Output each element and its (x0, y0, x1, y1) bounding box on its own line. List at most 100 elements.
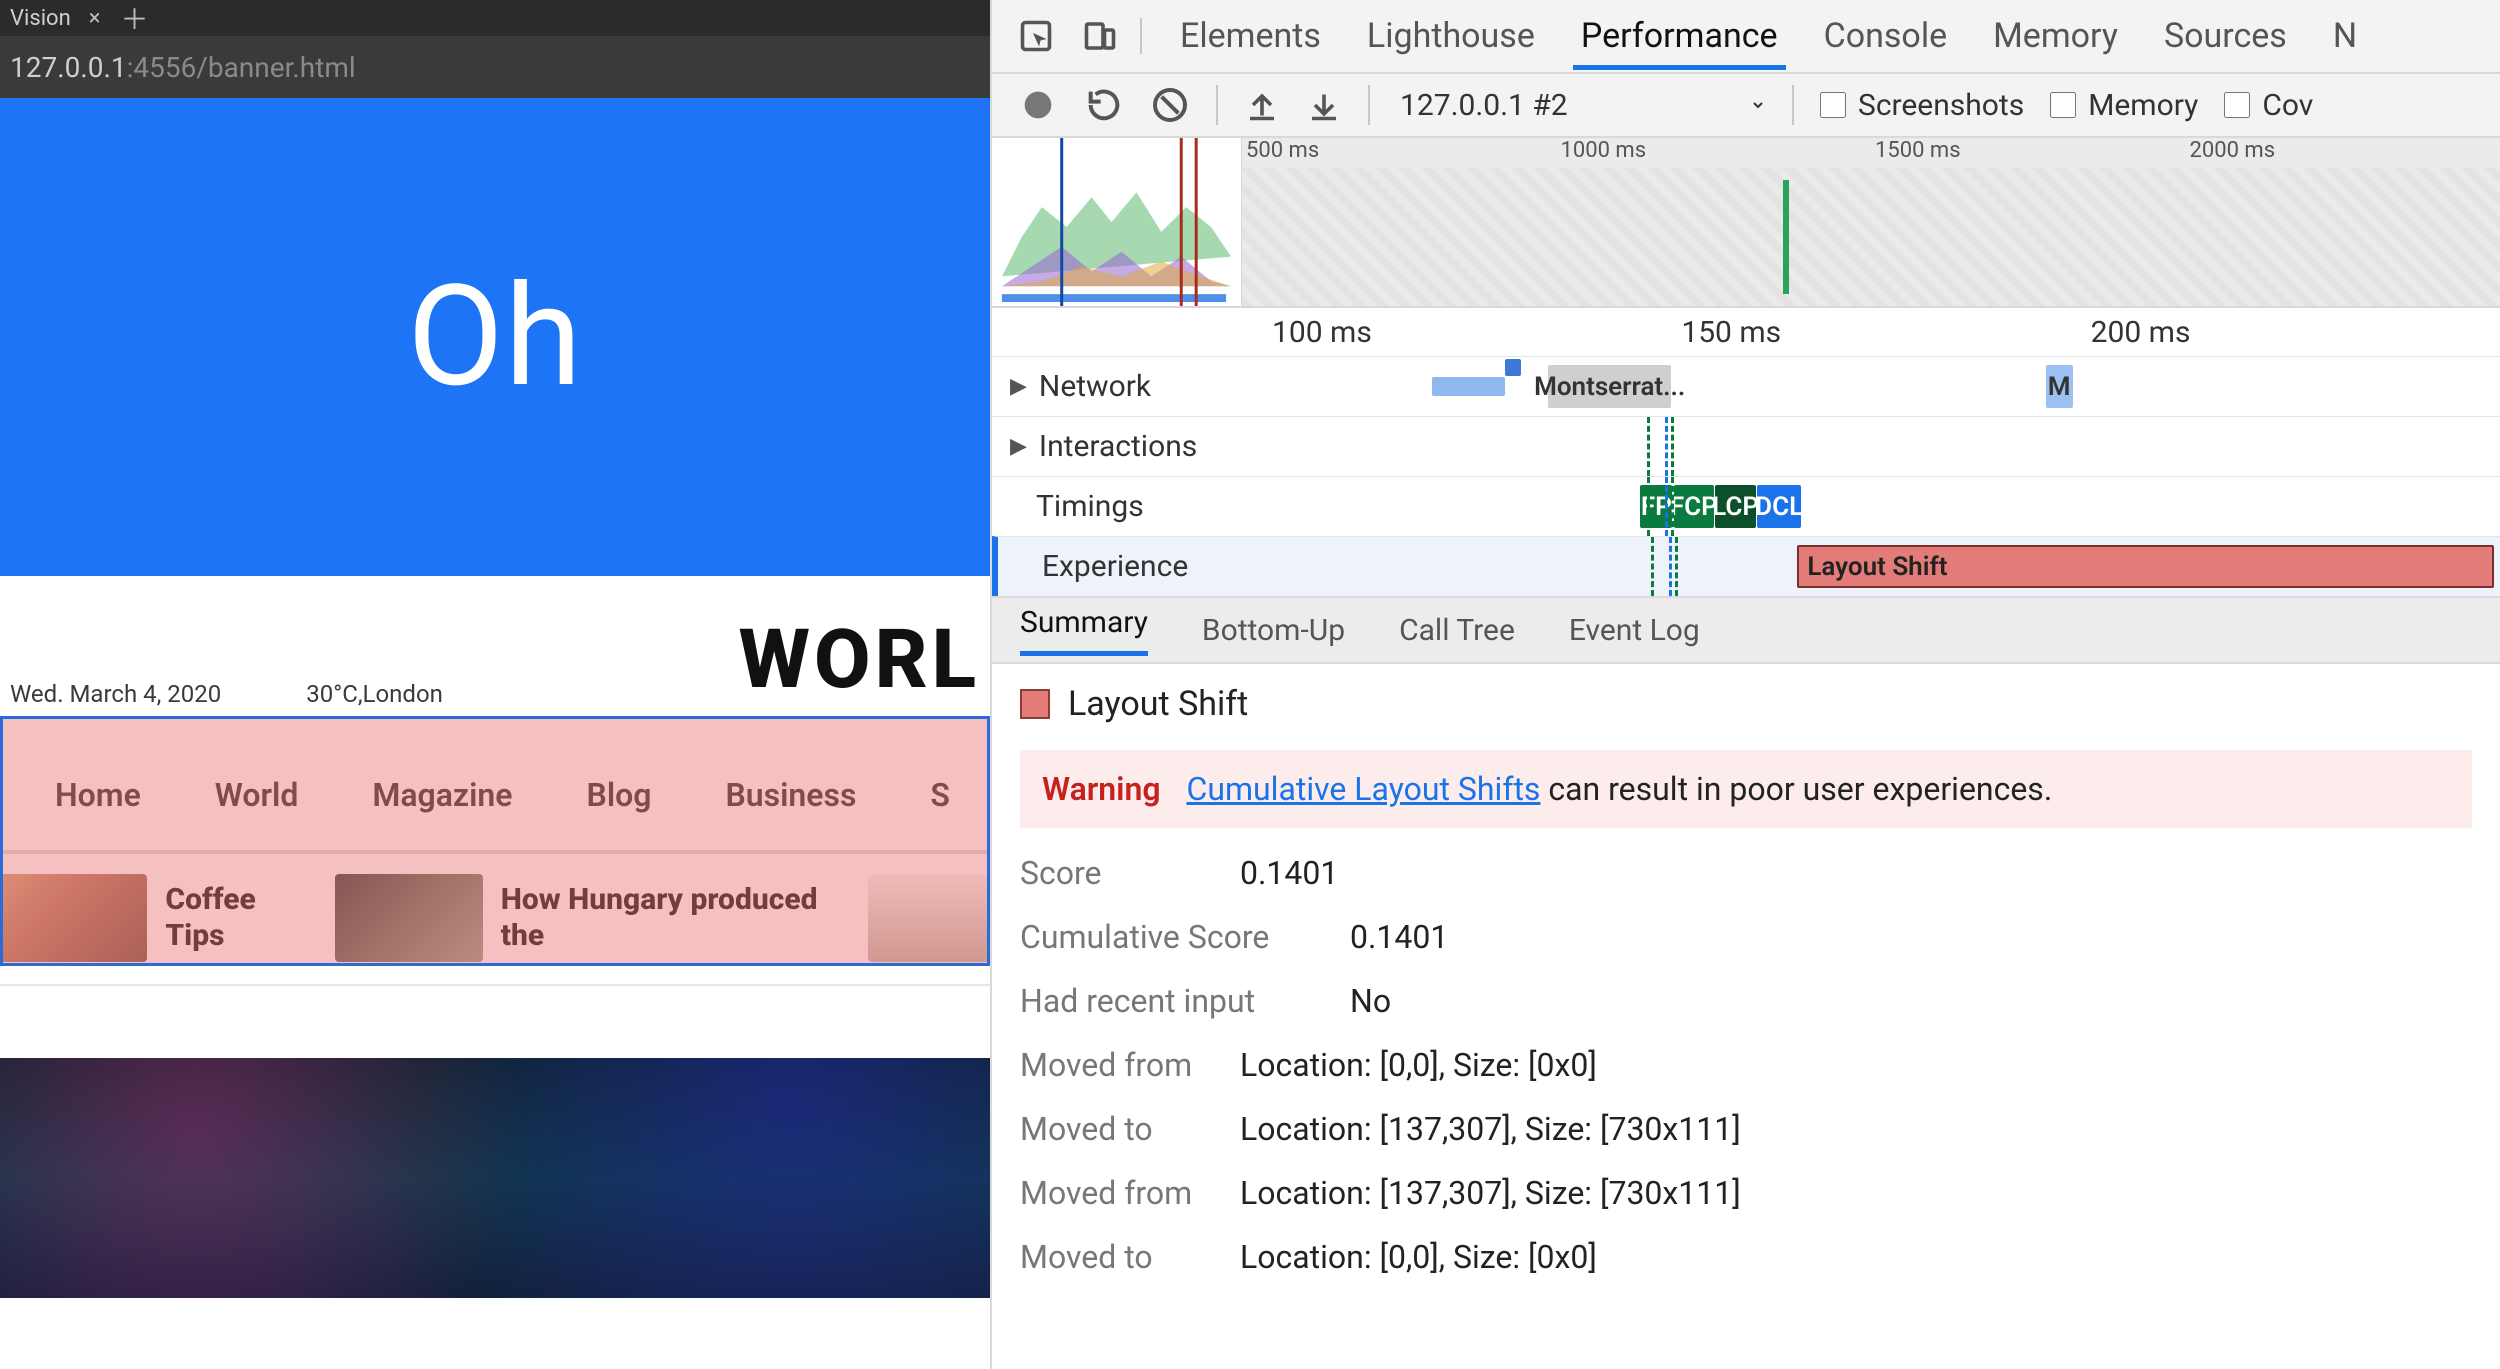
card-title: How Hungary produced the (501, 882, 844, 954)
overview-canvas[interactable] (1242, 168, 2500, 306)
new-tab-icon[interactable]: ＋ (121, 0, 149, 38)
tick: 200 ms (2091, 315, 2500, 350)
tab-title: Vision (10, 6, 71, 31)
tick: 100 ms (1272, 315, 1681, 350)
thumbnail-image (335, 874, 483, 962)
detail-value: Location: [0,0], Size: [0x0] (1240, 1238, 1597, 1276)
tick: 500 ms (1242, 138, 1557, 168)
detail-row: Moved fromLocation: [0,0], Size: [0x0] (1020, 1046, 2472, 1084)
overview-ruler: 500 ms 1000 ms 1500 ms 2000 ms (1242, 138, 2500, 168)
session-select[interactable]: 127.0.0.1 #2 (1396, 87, 1766, 124)
detail-value: 0.1401 (1350, 918, 1448, 956)
track-network[interactable]: ▶ Network Montserrat... M (992, 356, 2500, 416)
devtools-tabs: Elements Lighthouse Performance Console … (992, 0, 2500, 74)
load-profile-icon[interactable] (1244, 87, 1280, 123)
detail-tab-bottom-up[interactable]: Bottom-Up (1202, 613, 1345, 648)
close-tab-icon[interactable]: × (89, 6, 101, 31)
coverage-checkbox[interactable]: Cov (2224, 88, 2313, 123)
track-label-text: Interactions (1039, 429, 1197, 464)
weather-label: 30°C,London (306, 680, 443, 708)
track-experience[interactable]: Experience Layout Shift (992, 536, 2500, 596)
detail-row: Moved to Location: [137,307], Size: [730x… (1020, 1110, 2472, 1148)
warning-text: can result in poor user experiences. (1540, 770, 2052, 808)
inspect-icon[interactable] (1018, 18, 1054, 54)
track-label-text: Timings (1036, 489, 1144, 524)
timing-lcp[interactable]: LCP (1715, 485, 1756, 528)
network-request[interactable] (1505, 359, 1521, 376)
timeline-overview[interactable]: 500 ms 1000 ms 1500 ms 2000 ms (992, 138, 2500, 308)
hero-banner: Oh (0, 98, 990, 576)
timing-fcp[interactable]: FCP (1674, 485, 1715, 528)
save-profile-icon[interactable] (1306, 87, 1342, 123)
screenshots-checkbox[interactable]: Screenshots (1820, 88, 2024, 123)
tab-console[interactable]: Console (1816, 2, 1956, 70)
disclosure-icon[interactable]: ▶ (1010, 374, 1027, 399)
detail-row: Moved fromLocation: [137,307], Size: [73… (1020, 1174, 2472, 1212)
detail-value: No (1350, 982, 1391, 1020)
tick: 2000 ms (2186, 138, 2500, 168)
detail-key: Moved to (1020, 1110, 1220, 1148)
detail-row: Had recent inputNo (1020, 982, 2472, 1020)
hero-text: Oh (407, 255, 582, 419)
checkbox-label: Cov (2262, 88, 2313, 123)
network-request[interactable]: M (2046, 365, 2073, 408)
disclosure-icon[interactable]: ▶ (1010, 434, 1027, 459)
track-label-text: Network (1039, 369, 1151, 404)
detail-tab-call-tree[interactable]: Call Tree (1399, 613, 1515, 648)
overview-selected-range[interactable] (992, 138, 1242, 306)
article-hero-image (0, 1058, 990, 1298)
address-bar[interactable]: 127.0.0.1:4556/banner.html (0, 36, 990, 98)
thumbnail-image (0, 874, 147, 962)
timeline-tracks: 100 ms 150 ms 200 ms ▶ Network Montserrat… (992, 308, 2500, 598)
experience-layout-shift[interactable]: Layout Shift (1797, 545, 2494, 588)
nav-item-home[interactable]: Home (55, 776, 141, 814)
url-rest: :4556/banner.html (127, 51, 356, 84)
record-icon[interactable] (1018, 85, 1058, 125)
tab-lighthouse[interactable]: Lighthouse (1359, 2, 1543, 70)
browser-tab[interactable]: Vision × (10, 6, 101, 31)
checkbox-label: Memory (2088, 88, 2198, 123)
network-request[interactable]: Montserrat... (1548, 365, 1671, 408)
timing-dcl[interactable]: DCL (1757, 485, 1801, 528)
nav-item-magazine[interactable]: Magazine (372, 776, 512, 814)
nav-item-world[interactable]: World (215, 776, 299, 814)
clear-icon[interactable] (1150, 85, 1190, 125)
tick: 1000 ms (1557, 138, 1872, 168)
detail-value: Location: [137,307], Size: [730x111] (1240, 1110, 1741, 1148)
network-request[interactable] (1432, 377, 1506, 396)
card-title: Coffee Tips (165, 882, 311, 954)
detail-key: Moved from (1020, 1046, 1220, 1084)
tab-sources[interactable]: Sources (2156, 2, 2295, 70)
featured-card[interactable]: How Hungary produced the (335, 874, 844, 962)
track-interactions[interactable]: ▶ Interactions (992, 416, 2500, 476)
primary-nav: Home World Magazine Blog Business S (0, 718, 990, 854)
checkbox-label: Screenshots (1858, 88, 2024, 123)
detail-tab-event-log[interactable]: Event Log (1569, 613, 1700, 648)
warning-label: Warning (1042, 770, 1161, 808)
detail-key: Score (1020, 854, 1220, 892)
tab-performance[interactable]: Performance (1573, 2, 1786, 70)
url: 127.0.0.1:4556/banner.html (10, 51, 356, 84)
tab-more[interactable]: N (2325, 2, 2365, 70)
tick: 1500 ms (1871, 138, 2186, 168)
tab-memory[interactable]: Memory (1985, 2, 2126, 70)
detail-panel: Layout Shift Warning Cumulative Layout S… (992, 664, 2500, 1369)
detail-tab-summary[interactable]: Summary (1020, 605, 1148, 656)
nav-item-more[interactable]: S (930, 776, 950, 814)
detail-value: Location: [137,307], Size: [730x111] (1240, 1174, 1741, 1212)
info-bar: Wed. March 4, 2020 30°C,London WORL (0, 576, 990, 718)
page-viewport: Oh Wed. March 4, 2020 30°C,London WORL H… (0, 98, 990, 1369)
browser-window: Vision × ＋ 127.0.0.1:4556/banner.html Oh… (0, 0, 990, 1369)
url-host: 127.0.0.1 (10, 51, 127, 84)
tick: 150 ms (1681, 315, 2090, 350)
featured-card[interactable]: Coffee Tips (0, 874, 311, 962)
reload-icon[interactable] (1084, 85, 1124, 125)
device-toggle-icon[interactable] (1082, 18, 1118, 54)
track-label-text: Experience (1042, 549, 1188, 584)
tab-elements[interactable]: Elements (1172, 2, 1329, 70)
nav-item-business[interactable]: Business (725, 776, 856, 814)
track-timings[interactable]: Timings FP FCP LCP DCL (992, 476, 2500, 536)
cls-doc-link[interactable]: Cumulative Layout Shifts (1186, 770, 1540, 808)
nav-item-blog[interactable]: Blog (587, 776, 652, 814)
memory-checkbox[interactable]: Memory (2050, 88, 2198, 123)
